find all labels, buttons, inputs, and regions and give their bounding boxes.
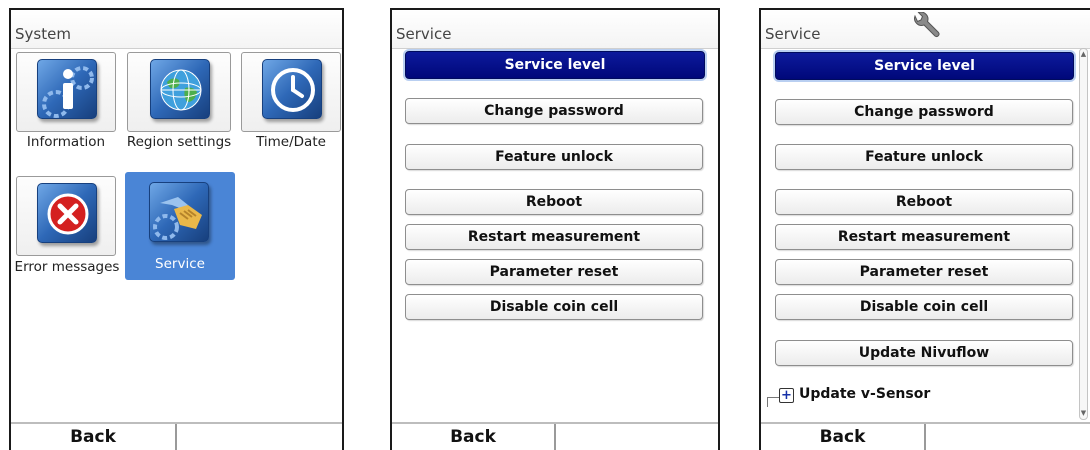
service-screen-extended: Service Service level Change password Fe… [759,8,1090,450]
back-button[interactable]: Back [392,424,556,450]
title-bar: System [11,10,342,48]
scroll-down-icon[interactable]: ▼ [1080,410,1087,417]
title-divider [11,48,342,49]
tile-label: Service [145,256,215,272]
system-screen: System Information Region settings Time/… [9,8,344,450]
change-password-button[interactable]: Change password [405,98,703,124]
feature-unlock-button[interactable]: Feature unlock [405,144,703,170]
screen-title: System [15,25,71,43]
right-softkey[interactable] [179,424,342,450]
tile-label: Error messages [14,259,120,275]
expand-plus-icon[interactable]: + [779,388,794,403]
title-divider [761,48,1090,49]
disable-coin-cell-button[interactable]: Disable coin cell [405,294,703,320]
restart-measurement-button[interactable]: Restart measurement [405,224,703,250]
parameter-reset-button[interactable]: Parameter reset [405,259,703,285]
tree-connector [767,397,768,407]
right-softkey[interactable] [558,424,718,450]
parameter-reset-button[interactable]: Parameter reset [775,259,1073,285]
error-messages-tile[interactable] [16,176,116,256]
service-screen: Service Service level Change password Fe… [390,8,720,450]
screen-title: Service [765,25,821,43]
tile-label: Information [26,134,106,150]
info-icon [37,59,97,119]
title-divider [392,48,718,49]
back-button[interactable]: Back [11,424,177,450]
globe-icon [150,59,210,119]
reboot-button[interactable]: Reboot [775,189,1073,215]
tile-label: Region settings [126,134,232,150]
change-password-button[interactable]: Change password [775,99,1073,125]
tree-item-label: Update v-Sensor [799,386,931,402]
tile-label: Time/Date [256,134,326,150]
error-icon [37,183,97,243]
screen-title: Service [396,25,452,43]
back-button[interactable]: Back [761,424,926,450]
restart-measurement-button[interactable]: Restart measurement [775,224,1073,250]
update-nivuflow-button[interactable]: Update Nivuflow [775,340,1073,366]
information-tile[interactable] [16,52,116,132]
time-date-tile[interactable] [241,52,341,132]
feature-unlock-button[interactable]: Feature unlock [775,144,1073,170]
disable-coin-cell-button[interactable]: Disable coin cell [775,294,1073,320]
tree-connector [767,397,779,398]
title-bar: Service [392,10,718,48]
service-tile[interactable]: Service [125,172,235,280]
region-settings-tile[interactable] [127,52,231,132]
wrench-icon [909,11,941,42]
clock-icon [262,59,322,119]
right-softkey[interactable] [928,424,1090,450]
scroll-up-icon[interactable]: ▲ [1080,51,1087,58]
service-handshake-icon [149,182,209,242]
service-level-button[interactable]: Service level [405,51,705,79]
title-bar: Service [761,10,1090,48]
reboot-button[interactable]: Reboot [405,189,703,215]
service-level-button[interactable]: Service level [775,52,1074,80]
scrollbar[interactable]: ▲ ▼ [1079,48,1088,420]
